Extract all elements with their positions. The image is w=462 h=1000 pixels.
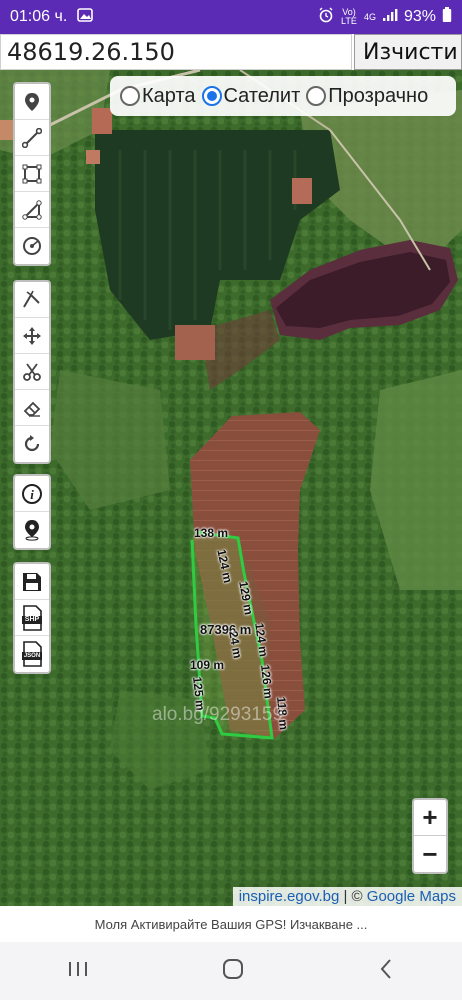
back-icon bbox=[380, 958, 392, 979]
layer-switcher: Карта Сателит Прозрачно bbox=[110, 76, 456, 116]
cadastral-id-input[interactable] bbox=[0, 34, 352, 70]
radio-map[interactable] bbox=[120, 86, 140, 106]
recent-apps-button[interactable] bbox=[66, 959, 90, 984]
layer-label-map: Карта bbox=[142, 84, 196, 107]
move-icon bbox=[23, 326, 41, 345]
attribution-separator: | © bbox=[339, 888, 367, 905]
zoom-in-button[interactable]: + bbox=[414, 800, 446, 836]
gallery-icon bbox=[77, 7, 94, 27]
status-bar: 01:06 ч. Vo) LTE 4G 93% bbox=[0, 0, 462, 34]
alarm-icon bbox=[318, 7, 334, 28]
save-icon bbox=[23, 572, 41, 591]
back-button[interactable] bbox=[376, 957, 396, 986]
volte-indicator: Vo) LTE bbox=[341, 7, 357, 26]
measurement-label: 138 m bbox=[194, 526, 229, 540]
polyline-icon bbox=[22, 199, 42, 220]
eraser-icon bbox=[23, 401, 41, 417]
json-export-tool[interactable]: JSON bbox=[15, 636, 49, 672]
scissors-icon bbox=[23, 362, 41, 381]
layer-label-satellite: Сателит bbox=[223, 84, 301, 107]
system-nav-bar bbox=[0, 942, 462, 1000]
signal-icon bbox=[382, 8, 398, 27]
layer-option-satellite[interactable]: Сателит bbox=[201, 84, 301, 108]
gps-location-icon bbox=[25, 520, 39, 541]
cut-polygon-icon bbox=[23, 290, 40, 308]
satellite-imagery bbox=[0, 70, 462, 906]
circle-tool[interactable] bbox=[15, 228, 49, 264]
shp-label: SHP bbox=[24, 615, 40, 623]
info-icon: i bbox=[22, 483, 42, 504]
network-type: 4G bbox=[363, 11, 376, 22]
clear-button[interactable]: Изчисти bbox=[354, 34, 462, 70]
svg-text:i: i bbox=[30, 487, 34, 502]
map-attribution: inspire.egov.bg | © Google Maps bbox=[232, 887, 462, 906]
info-tool[interactable]: i bbox=[15, 476, 49, 512]
measurement-label: 109 m bbox=[190, 658, 225, 672]
line-icon bbox=[22, 127, 42, 148]
rectangle-icon bbox=[22, 164, 42, 183]
gps-location-tool[interactable] bbox=[15, 512, 49, 548]
zoom-out-button[interactable]: − bbox=[414, 836, 446, 872]
layer-label-transparent: Прозрачно bbox=[328, 84, 429, 107]
json-label: JSON bbox=[23, 653, 41, 659]
radio-satellite[interactable] bbox=[201, 86, 222, 106]
home-icon bbox=[222, 958, 243, 979]
shp-file-icon: SHP bbox=[21, 604, 43, 631]
save-tool[interactable] bbox=[15, 564, 49, 600]
cut-polygon-tool[interactable] bbox=[15, 282, 49, 318]
shp-export-tool[interactable]: SHP bbox=[15, 600, 49, 636]
battery-percent: 93% bbox=[403, 8, 436, 25]
scissors-tool[interactable] bbox=[15, 354, 49, 390]
layer-option-map[interactable]: Карта bbox=[120, 85, 196, 108]
battery-icon bbox=[442, 6, 452, 28]
gps-status-message: Моля Активирайте Вашия GPS! Изчакване ..… bbox=[0, 906, 462, 942]
clock: 01:06 ч. bbox=[10, 8, 68, 25]
rotate-icon bbox=[24, 435, 40, 452]
edit-toolbar bbox=[13, 280, 51, 464]
rotate-tool[interactable] bbox=[15, 426, 49, 462]
zoom-control: + − bbox=[412, 798, 448, 874]
move-tool[interactable] bbox=[15, 318, 49, 354]
polyline-tool[interactable] bbox=[15, 192, 49, 228]
satellite-map[interactable]: Карта Сателит Прозрачно i SHP JSON 138 m… bbox=[0, 70, 462, 906]
rectangle-tool[interactable] bbox=[15, 156, 49, 192]
watermark: alo.bg/9293159 bbox=[152, 704, 284, 725]
marker-icon bbox=[25, 92, 39, 111]
recent-apps-icon bbox=[68, 961, 87, 976]
radio-transparent[interactable] bbox=[306, 86, 327, 106]
google-maps-link[interactable]: Google Maps bbox=[367, 888, 456, 905]
home-button[interactable] bbox=[221, 957, 245, 986]
info-toolbar: i bbox=[13, 474, 51, 550]
eraser-tool[interactable] bbox=[15, 390, 49, 426]
layer-option-transparent[interactable]: Прозрачно bbox=[306, 85, 428, 108]
export-toolbar: SHP JSON bbox=[13, 562, 51, 674]
circle-icon bbox=[23, 237, 41, 255]
inspire-link[interactable]: inspire.egov.bg bbox=[239, 888, 340, 905]
draw-toolbar bbox=[13, 82, 51, 266]
marker-tool[interactable] bbox=[15, 84, 49, 120]
json-file-icon: JSON bbox=[21, 641, 43, 667]
top-bar: Изчисти bbox=[0, 34, 462, 70]
line-tool[interactable] bbox=[15, 120, 49, 156]
